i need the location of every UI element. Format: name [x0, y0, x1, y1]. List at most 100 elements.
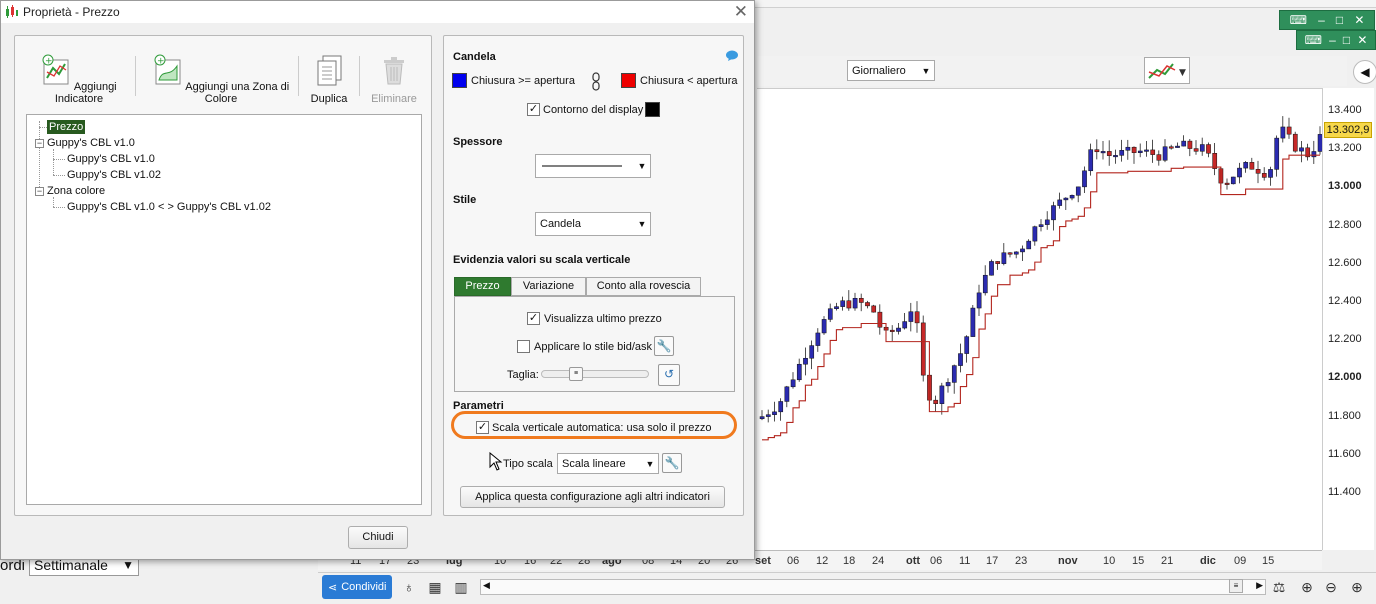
indicator-list-panel: + Aggiungi Indicatore + Aggiungi una Zon…	[14, 35, 432, 516]
collapse-icon[interactable]: −	[35, 187, 44, 196]
candle-body	[1044, 219, 1050, 225]
candle-body	[958, 353, 963, 366]
candle-body	[1144, 149, 1149, 152]
close-icon[interactable]: ✕	[1354, 13, 1364, 27]
outline-color-swatch[interactable]	[645, 102, 660, 117]
period-value: Giornaliero	[852, 64, 906, 77]
candle-body	[995, 261, 1001, 264]
delete-button[interactable]: Eliminare	[369, 54, 419, 105]
candle-body	[796, 363, 802, 381]
wrench-icon[interactable]: 🔧	[662, 453, 682, 473]
maximize-icon[interactable]: □	[1336, 13, 1343, 27]
candle-body	[1187, 140, 1193, 149]
minimize-icon[interactable]: –	[1318, 13, 1325, 27]
tab-conto-alla-rovescia[interactable]: Conto alla rovescia	[586, 277, 701, 296]
bid-ask-checkbox[interactable]	[517, 340, 530, 353]
candles-tool-icon[interactable]: ▥	[452, 578, 470, 596]
candle-body	[852, 297, 858, 309]
period-select[interactable]: Giornaliero ▼	[847, 60, 935, 81]
line-thickness-preview	[542, 165, 622, 167]
candle-body	[896, 327, 901, 332]
toolbar-separator	[298, 56, 299, 96]
price-axis[interactable]: 13.400 13.200 13.000 12.800 12.600 12.400 12.2…	[1322, 88, 1374, 550]
candle-body	[1224, 182, 1230, 185]
scroll-left-icon[interactable]: ◀	[483, 580, 490, 591]
scale-type-select[interactable]: Scala lineare ▼	[557, 453, 659, 474]
style-select[interactable]: Candela ▼	[535, 212, 651, 236]
toolbar-separator	[135, 56, 136, 96]
down-color-swatch[interactable]	[621, 73, 636, 88]
up-color-swatch[interactable]	[452, 73, 467, 88]
share-button[interactable]: ⋖ Condividi	[322, 575, 392, 599]
tree-node-guppy-v10[interactable]: Guppy's CBL v1.0	[67, 153, 155, 165]
candle-body	[1150, 149, 1156, 155]
zoom-in-icon[interactable]: ⊕	[1348, 578, 1366, 596]
add-color-zone-button[interactable]: + Aggiungi una Zona di Colore	[148, 54, 294, 105]
wrench-icon[interactable]: 🔧	[654, 336, 674, 356]
tree-node-guppy-group[interactable]: Guppy's CBL v1.0	[47, 137, 135, 149]
up-color-label: Chiusura >= apertura	[471, 75, 575, 87]
slider-thumb[interactable]: ≡	[569, 367, 583, 381]
candle-body	[1013, 251, 1019, 255]
add-indicator-chart-button[interactable]: ▼	[1144, 57, 1190, 84]
candle-body	[939, 385, 945, 404]
tree-node-zone-pair[interactable]: Guppy's CBL v1.0 < > Guppy's CBL v1.02	[67, 201, 271, 213]
keyboard-icon[interactable]: ⌨	[1290, 13, 1307, 27]
candle-body	[1168, 146, 1174, 149]
candle-body	[1051, 205, 1056, 221]
close-icon[interactable]: ✕	[734, 2, 748, 22]
time-tick-label: 17	[986, 555, 999, 567]
close-icon[interactable]: ✕	[1357, 33, 1367, 47]
apply-to-all-button[interactable]: Applica questa configurazione agli altri…	[460, 486, 725, 508]
keyboard-icon[interactable]: ⌨	[1305, 33, 1322, 47]
show-last-price-checkbox[interactable]: ✓	[527, 312, 540, 325]
time-tick-label: 23	[1015, 555, 1028, 567]
tab-variazione[interactable]: Variazione	[511, 277, 586, 296]
dialog-title: Proprietà - Prezzo	[23, 5, 120, 19]
candle-body	[803, 357, 808, 365]
tree-node-guppy-v102[interactable]: Guppy's CBL v1.02	[67, 169, 161, 181]
minimize-icon[interactable]: –	[1329, 33, 1336, 47]
chart-horizontal-scrollbar[interactable]: ◀ ≡ ▶	[480, 579, 1266, 595]
price-tick-label: 13.200	[1328, 142, 1362, 155]
cursor-tool-icon[interactable]: ♁	[400, 578, 418, 596]
close-button[interactable]: Chiudi	[348, 526, 408, 549]
time-tick-label: 06	[930, 555, 943, 567]
help-bubble-icon[interactable]	[725, 50, 739, 62]
candle-body	[827, 308, 833, 320]
duplicate-button[interactable]: Duplica	[307, 54, 351, 105]
outline-checkbox[interactable]: ✓	[527, 103, 540, 116]
maximize-icon[interactable]: □	[1343, 33, 1350, 47]
thickness-select[interactable]: ▼	[535, 154, 651, 178]
candle-body	[1292, 133, 1298, 152]
candle-body	[1261, 173, 1267, 178]
scale-type-label: Tipo scala	[503, 458, 553, 470]
tree-node-color-zone[interactable]: Zona colore	[47, 185, 105, 197]
auto-scale-checkbox[interactable]: ✓	[476, 421, 489, 434]
price-chart[interactable]	[757, 88, 1323, 550]
candle-body	[1063, 197, 1069, 201]
price-tick-label: 13.000	[1328, 180, 1362, 193]
guppy-cbl-line	[762, 154, 1320, 441]
calendar-tool-icon[interactable]: ▦	[426, 578, 444, 596]
scroll-right-icon[interactable]: ▶	[1256, 580, 1263, 591]
candle-body	[840, 300, 846, 307]
size-slider[interactable]: ≡	[541, 367, 649, 381]
tree-connector	[53, 207, 65, 208]
chart-settings-icon[interactable]: ⚖	[1270, 578, 1288, 596]
reset-icon[interactable]: ↺	[658, 364, 680, 386]
collapse-icon[interactable]: −	[35, 139, 44, 148]
share-label: Condividi	[341, 581, 387, 593]
toggle-panel-icon[interactable]: ◀	[1353, 60, 1376, 84]
add-indicator-button[interactable]: + Aggiungi Indicatore	[31, 54, 127, 105]
tree-node-prezzo[interactable]: Prezzo	[47, 120, 86, 134]
tab-prezzo[interactable]: Prezzo	[454, 277, 511, 296]
zoom-out-icon[interactable]: ⊖	[1322, 578, 1340, 596]
indicator-tree[interactable]: Prezzo − Guppy's CBL v1.0 Guppy's CBL v1…	[26, 114, 422, 505]
candle-body	[945, 382, 951, 387]
zoom-fit-icon[interactable]: ⊕	[1298, 578, 1316, 596]
properties-panel: Candela Chiusura >= apertura Chiusura < …	[443, 35, 744, 516]
scroll-thumb[interactable]: ≡	[1229, 579, 1243, 593]
candle-body	[951, 365, 957, 383]
link-colors-icon[interactable]	[591, 72, 601, 92]
